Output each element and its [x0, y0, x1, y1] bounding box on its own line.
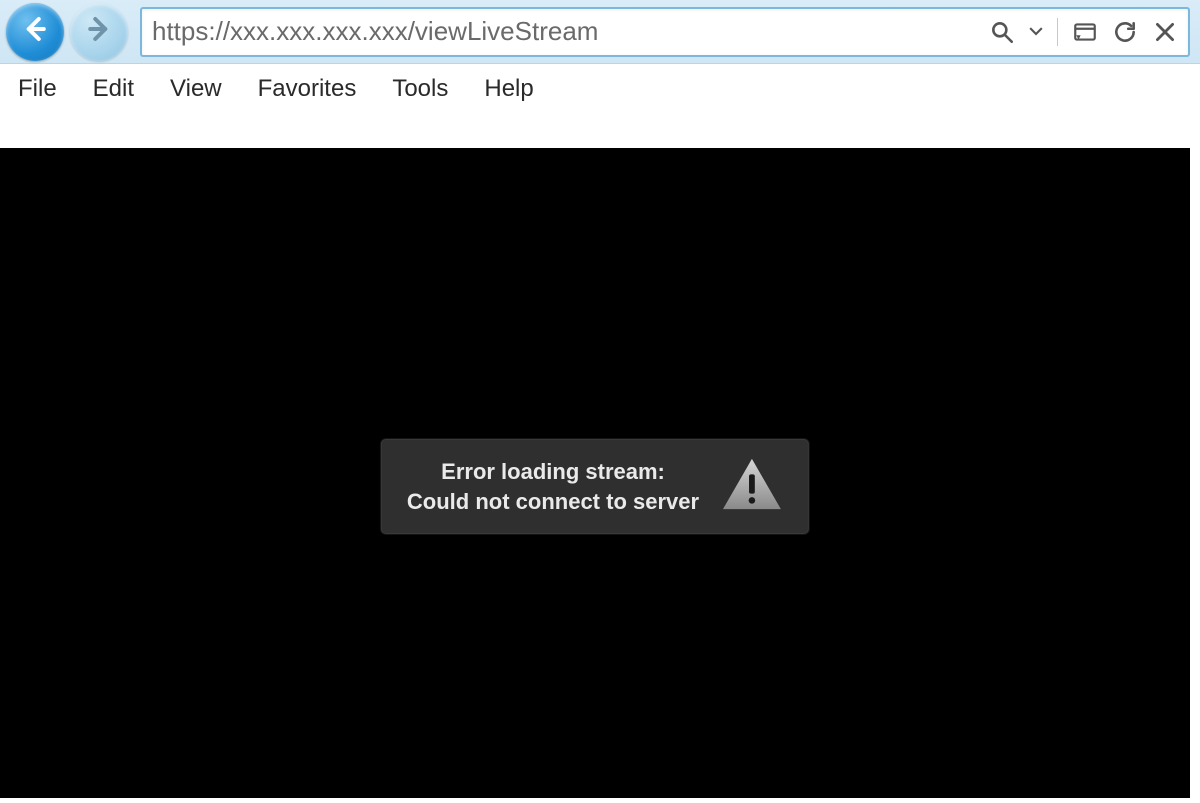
- back-button[interactable]: [6, 3, 64, 61]
- menu-help[interactable]: Help: [478, 73, 539, 105]
- menu-view[interactable]: View: [164, 73, 228, 105]
- menu-file[interactable]: File: [12, 73, 63, 105]
- arrow-right-icon: [84, 14, 114, 49]
- search-icon[interactable]: [989, 19, 1015, 45]
- address-bar-icons: [989, 18, 1178, 46]
- menu-bar: File Edit View Favorites Tools Help: [0, 64, 1200, 114]
- address-input[interactable]: [152, 16, 981, 47]
- warning-icon: [721, 457, 783, 516]
- error-line-2: Could not connect to server: [407, 487, 699, 517]
- divider: [1057, 18, 1058, 46]
- stop-icon[interactable]: [1152, 19, 1178, 45]
- address-bar: [140, 7, 1190, 57]
- error-message: Error loading stream: Could not connect …: [407, 457, 699, 516]
- compatibility-view-icon[interactable]: [1072, 19, 1098, 45]
- error-panel: Error loading stream: Could not connect …: [380, 438, 810, 535]
- nav-toolbar: [0, 0, 1200, 64]
- video-player[interactable]: Error loading stream: Could not connect …: [0, 148, 1190, 798]
- content-area: Error loading stream: Could not connect …: [0, 114, 1200, 798]
- forward-button[interactable]: [70, 3, 128, 61]
- error-line-1: Error loading stream:: [407, 457, 699, 487]
- menu-favorites[interactable]: Favorites: [252, 73, 363, 105]
- dropdown-icon[interactable]: [1029, 19, 1043, 45]
- menu-edit[interactable]: Edit: [87, 73, 140, 105]
- arrow-left-icon: [20, 14, 50, 49]
- refresh-icon[interactable]: [1112, 19, 1138, 45]
- menu-tools[interactable]: Tools: [386, 73, 454, 105]
